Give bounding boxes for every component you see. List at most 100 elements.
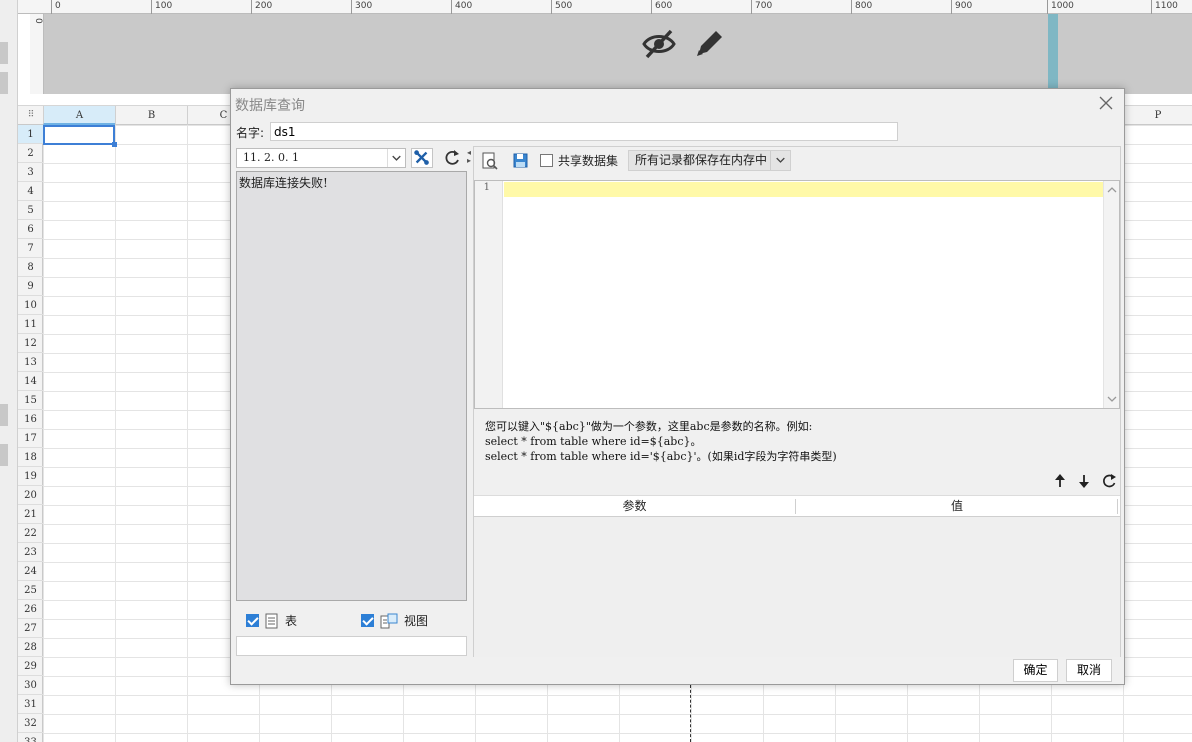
connection-select[interactable]: 11. 2. 0. 1 [236,148,406,168]
share-dataset-row[interactable]: 共享数据集 [540,152,618,169]
editor-scrollbar[interactable] [1103,181,1119,408]
row-header[interactable]: 15 [18,391,43,410]
pencil-icon[interactable] [691,26,727,62]
table-icon [265,613,278,628]
refresh-connection-button[interactable] [442,148,464,168]
ruler-tick: 500 [551,0,572,14]
dataset-name-input[interactable] [270,122,898,141]
row-header[interactable]: 4 [18,182,43,201]
row-header[interactable]: 10 [18,296,43,315]
row-header[interactable]: 2 [18,144,43,163]
close-icon[interactable] [1098,95,1114,111]
row-header[interactable]: 31 [18,695,43,714]
ruler-tick: 900 [951,0,972,14]
chevron-down-icon[interactable] [387,149,405,167]
chevron-down-icon[interactable] [770,151,790,170]
memory-mode-select[interactable]: 所有记录都保存在内存中 [628,150,791,171]
designer-window: 0 100 200 300 400 500 600 700 800 900 10… [0,0,1192,742]
views-checkbox[interactable] [361,614,374,627]
table-tree[interactable]: 数据库连接失败! [236,171,467,601]
row-header[interactable]: 6 [18,220,43,239]
row-header[interactable]: 3 [18,163,43,182]
row-header[interactable]: 30 [18,676,43,695]
database-query-dialog: 数据库查询 名字: 11. 2. 0. 1 [230,88,1125,685]
scroll-down-icon[interactable] [1104,391,1120,407]
row-header[interactable]: 32 [18,714,43,733]
parameter-table-header: 参数 值 [474,495,1120,517]
view-icon [380,613,398,628]
param-column-header[interactable]: 参数 [474,496,795,517]
row-header[interactable]: 27 [18,619,43,638]
ruler-tick: 700 [751,0,772,14]
strip-marker [0,404,8,426]
row-header[interactable]: 5 [18,201,43,220]
memory-mode-value: 所有记录都保存在内存中 [635,153,768,167]
column-separator [1117,499,1118,514]
value-column-header[interactable]: 值 [796,496,1118,517]
column-header-b[interactable]: B [115,106,187,125]
row-header[interactable]: 18 [18,448,43,467]
line-number: 1 [483,182,490,193]
views-label: 视图 [404,614,429,628]
row-header[interactable]: 22 [18,524,43,543]
ok-button[interactable]: 确定 [1013,659,1058,682]
ruler-tick: 600 [651,0,672,14]
scroll-up-icon[interactable] [1104,182,1120,198]
column-header-p[interactable]: P [1123,106,1192,125]
ruler-tick: 300 [351,0,372,14]
row-header[interactable]: 12 [18,334,43,353]
row-header[interactable]: 1 [18,125,43,144]
tables-checkbox-row[interactable]: 表 [246,612,297,629]
row-header[interactable]: 16 [18,410,43,429]
row-header[interactable]: 21 [18,505,43,524]
query-pane: 共享数据集 所有记录都保存在内存中 1 您可以键入"${abc}"做为一个参数，… [473,146,1121,657]
hint-line: 您可以键入"${abc}"做为一个参数，这里abc是参数的名称。例如: [485,420,813,433]
row-header[interactable]: 9 [18,277,43,296]
row-header[interactable]: 8 [18,258,43,277]
refresh-icon [445,150,459,165]
row-header[interactable]: 14 [18,372,43,391]
row-header[interactable]: 29 [18,657,43,676]
row-header[interactable]: 13 [18,353,43,372]
connection-value: 11. 2. 0. 1 [243,151,299,164]
sql-editor[interactable]: 1 [474,180,1120,409]
row-header[interactable]: 28 [18,638,43,657]
ruler-tick: 400 [451,0,472,14]
row-header[interactable]: 19 [18,467,43,486]
save-dataset-icon[interactable] [511,151,531,171]
ruler-tick: 1100 [1151,0,1178,14]
connection-settings-button[interactable] [411,148,433,168]
eye-slash-icon[interactable] [641,26,677,62]
column-header-a[interactable]: A [43,106,115,125]
horizontal-ruler: 0 100 200 300 400 500 600 700 800 900 10… [18,0,1192,14]
ruler-tick: 1000 [1047,0,1074,14]
tables-label: 表 [285,614,298,628]
vertical-ruler: 0 [30,14,44,94]
selected-cell-a1[interactable] [43,125,117,147]
row-header[interactable]: 24 [18,562,43,581]
current-line-highlight [504,182,1105,197]
row-header[interactable]: 7 [18,239,43,258]
page-break-line [690,685,691,742]
select-all-corner[interactable]: ⠿ [18,106,43,125]
refresh-icon[interactable] [1100,472,1118,490]
cancel-button[interactable]: 取消 [1066,659,1112,682]
table-filter-input[interactable] [236,636,467,656]
dialog-title: 数据库查询 [235,98,305,114]
connection-error-message: 数据库连接失败! [239,176,328,190]
row-header[interactable]: 26 [18,600,43,619]
preview-icon[interactable] [480,151,500,171]
row-header[interactable]: 33 [18,733,43,742]
views-checkbox-row[interactable]: 视图 [361,612,428,629]
row-header[interactable]: 17 [18,429,43,448]
ruler-tick: 0 [51,0,61,14]
share-dataset-checkbox[interactable] [540,154,553,167]
strip-marker [0,444,8,466]
tables-checkbox[interactable] [246,614,259,627]
row-header[interactable]: 11 [18,315,43,334]
arrow-up-icon[interactable] [1051,472,1069,490]
row-header[interactable]: 20 [18,486,43,505]
row-header[interactable]: 25 [18,581,43,600]
row-header[interactable]: 23 [18,543,43,562]
arrow-down-icon[interactable] [1075,472,1093,490]
